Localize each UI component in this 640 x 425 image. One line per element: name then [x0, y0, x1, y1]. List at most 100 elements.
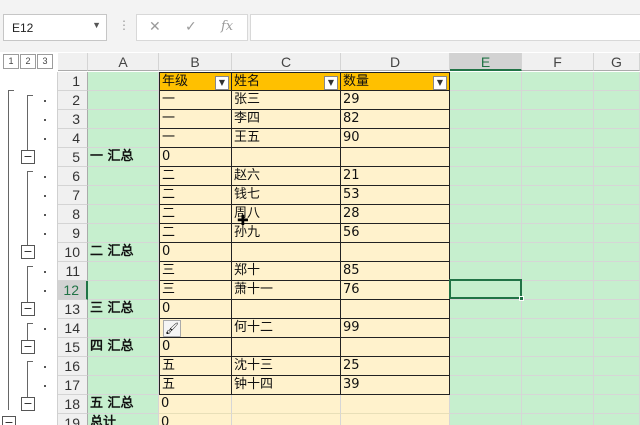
row-header-9[interactable]: 9	[58, 224, 88, 243]
cell-a3[interactable]	[88, 110, 159, 129]
cell-c11[interactable]: 郑十	[232, 262, 341, 281]
cell-g3[interactable]	[594, 110, 640, 129]
cell-e4[interactable]	[450, 129, 522, 148]
cell-a14[interactable]	[88, 319, 159, 338]
row-header-18[interactable]: 18	[58, 395, 88, 414]
outline-collapse-button[interactable]: −	[2, 416, 16, 425]
cell-f1[interactable]	[522, 72, 594, 91]
cell-d10[interactable]	[341, 243, 450, 262]
column-header-f[interactable]: F	[522, 53, 594, 71]
cell-f2[interactable]	[522, 91, 594, 110]
cell-a7[interactable]	[88, 186, 159, 205]
cell-b3[interactable]: 一	[159, 110, 232, 129]
cell-b2[interactable]: 一	[159, 91, 232, 110]
cell-d12[interactable]: 76	[341, 281, 450, 300]
cell-g16[interactable]	[594, 357, 640, 376]
cell-e14[interactable]	[450, 319, 522, 338]
cell-a18[interactable]: 五 汇总	[88, 395, 159, 414]
cell-e1[interactable]	[450, 72, 522, 91]
cell-g4[interactable]	[594, 129, 640, 148]
row-header-14[interactable]: 14	[58, 319, 88, 338]
cell-g19[interactable]	[594, 414, 640, 425]
cell-a15[interactable]: 四 汇总	[88, 338, 159, 357]
row-header-6[interactable]: 6	[58, 167, 88, 186]
cell-f8[interactable]	[522, 205, 594, 224]
cell-b18[interactable]: 0	[159, 395, 232, 414]
cell-c15[interactable]	[232, 338, 341, 357]
cell-b19[interactable]: 0	[159, 414, 232, 425]
cell-d7[interactable]: 53	[341, 186, 450, 205]
cell-g18[interactable]	[594, 395, 640, 414]
cell-e5[interactable]	[450, 148, 522, 167]
cell-c12[interactable]: 萧十一	[232, 281, 341, 300]
cell-b10[interactable]: 0	[159, 243, 232, 262]
cell-e13[interactable]	[450, 300, 522, 319]
cell-d19[interactable]	[341, 414, 450, 425]
row-header-12[interactable]: 12	[58, 281, 88, 300]
cell-b1[interactable]: 年级 ▼	[159, 72, 232, 91]
active-cell-e12[interactable]	[449, 279, 522, 299]
cell-g8[interactable]	[594, 205, 640, 224]
cell-g17[interactable]	[594, 376, 640, 395]
cell-d15[interactable]	[341, 338, 450, 357]
cell-g13[interactable]	[594, 300, 640, 319]
cell-f16[interactable]	[522, 357, 594, 376]
cell-f10[interactable]	[522, 243, 594, 262]
row-header-11[interactable]: 11	[58, 262, 88, 281]
cell-e16[interactable]	[450, 357, 522, 376]
cell-c18[interactable]	[232, 395, 341, 414]
spreadsheet-grid[interactable]: A B C D E F G 1 年级 ▼ 姓名 ▼ 数量 ▼ 2 一张三 29 3 一李四 82 4 一王五 90 5 一 汇总…	[0, 0, 640, 425]
cell-b11[interactable]: 三	[159, 262, 232, 281]
cell-d3[interactable]: 82	[341, 110, 450, 129]
row-header-13[interactable]: 13	[58, 300, 88, 319]
cell-d17[interactable]: 39	[341, 376, 450, 395]
cell-f3[interactable]	[522, 110, 594, 129]
row-header-5[interactable]: 5	[58, 148, 88, 167]
cell-d1[interactable]: 数量 ▼	[341, 72, 450, 91]
column-header-c[interactable]: C	[232, 53, 341, 71]
cell-e18[interactable]	[450, 395, 522, 414]
cell-d18[interactable]	[341, 395, 450, 414]
cell-g15[interactable]	[594, 338, 640, 357]
cell-a2[interactable]	[88, 91, 159, 110]
cell-b12[interactable]: 三	[159, 281, 232, 300]
column-header-e[interactable]: E	[450, 53, 522, 71]
cell-g9[interactable]	[594, 224, 640, 243]
cell-g10[interactable]	[594, 243, 640, 262]
filter-dropdown-icon[interactable]: ▼	[433, 76, 447, 90]
cell-d9[interactable]: 56	[341, 224, 450, 243]
cell-b6[interactable]: 二	[159, 167, 232, 186]
row-header-17[interactable]: 17	[58, 376, 88, 395]
cell-c1[interactable]: 姓名 ▼	[232, 72, 341, 91]
cell-a4[interactable]	[88, 129, 159, 148]
row-header-15[interactable]: 15	[58, 338, 88, 357]
cell-e2[interactable]	[450, 91, 522, 110]
cell-c7[interactable]: 钱七	[232, 186, 341, 205]
cell-f9[interactable]	[522, 224, 594, 243]
cell-b17[interactable]: 五	[159, 376, 232, 395]
cell-a9[interactable]	[88, 224, 159, 243]
cell-d11[interactable]: 85	[341, 262, 450, 281]
row-header-16[interactable]: 16	[58, 357, 88, 376]
cell-c2[interactable]: 张三	[232, 91, 341, 110]
cell-a6[interactable]	[88, 167, 159, 186]
cell-d13[interactable]	[341, 300, 450, 319]
cell-d5[interactable]	[341, 148, 450, 167]
column-header-b[interactable]: B	[159, 53, 232, 71]
cell-f12[interactable]	[522, 281, 594, 300]
cell-b16[interactable]: 五	[159, 357, 232, 376]
cell-f13[interactable]	[522, 300, 594, 319]
row-header-8[interactable]: 8	[58, 205, 88, 224]
cell-c5[interactable]	[232, 148, 341, 167]
cell-f15[interactable]	[522, 338, 594, 357]
cell-e15[interactable]	[450, 338, 522, 357]
cell-a5[interactable]: 一 汇总	[88, 148, 159, 167]
cell-d4[interactable]: 90	[341, 129, 450, 148]
cell-f4[interactable]	[522, 129, 594, 148]
cell-b15[interactable]: 0	[159, 338, 232, 357]
cell-b5[interactable]: 0	[159, 148, 232, 167]
cell-c14[interactable]: 何十二	[232, 319, 341, 338]
cell-a1[interactable]	[88, 72, 159, 91]
outline-collapse-button[interactable]: −	[21, 150, 35, 164]
column-header-d[interactable]: D	[341, 53, 450, 71]
